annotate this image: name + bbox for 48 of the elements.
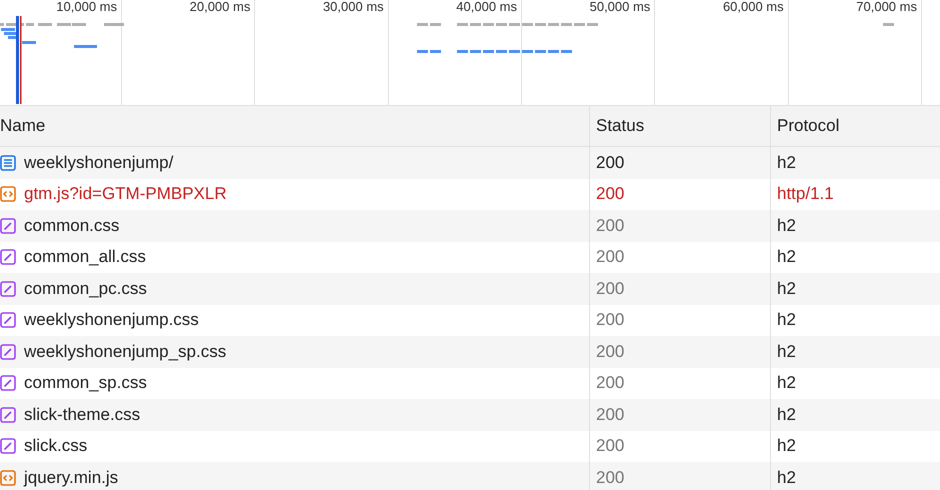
status-cell: 200 [590, 399, 771, 430]
stylesheet-icon [0, 218, 16, 234]
request-name[interactable]: common.css [24, 216, 120, 236]
time-tick-label: 50,000 ms [590, 0, 650, 14]
stylesheet-icon [0, 438, 16, 454]
status-cell: 200 [590, 273, 771, 304]
stylesheet-icon [0, 344, 16, 360]
stylesheet-icon [0, 249, 16, 266]
status-cell: 200 [590, 178, 771, 210]
time-tick-label: 20,000 ms [190, 0, 250, 14]
request-name[interactable]: weeklyshonenjump.css [24, 310, 199, 330]
request-name[interactable]: common_pc.css [24, 278, 147, 299]
protocol-cell: h2 [771, 273, 940, 304]
status-cell: 200 [590, 304, 771, 336]
protocol-cell: h2 [771, 336, 940, 368]
request-name[interactable]: slick.css [24, 436, 88, 456]
stylesheet-icon [0, 280, 16, 297]
time-tick-label: 10,000 ms [56, 0, 117, 14]
request-name[interactable]: jquery.min.js [24, 468, 118, 488]
protocol-cell: h2 [771, 462, 940, 490]
stylesheet-icon [0, 406, 16, 423]
request-name[interactable]: gtm.js?id=GTM-PMBPXLR [24, 184, 227, 204]
protocol-cell: h2 [771, 147, 940, 178]
status-cell: 200 [590, 147, 771, 178]
status-cell: 200 [590, 368, 771, 399]
status-cell: 200 [590, 210, 771, 242]
request-name[interactable]: slick-theme.css [24, 404, 140, 425]
script-icon [0, 186, 16, 202]
stylesheet-icon [0, 312, 16, 328]
request-name[interactable]: common_all.css [24, 247, 146, 268]
column-header[interactable]: Status [590, 106, 771, 147]
status-cell: 200 [590, 336, 771, 368]
request-name[interactable]: common_sp.css [24, 373, 147, 394]
time-tick-label: 60,000 ms [722, 0, 784, 14]
stylesheet-icon [0, 375, 16, 392]
status-cell: 200 [590, 430, 771, 462]
request-name[interactable]: weeklyshonenjump/ [24, 152, 174, 173]
time-tick-label: 40,000 ms [456, 0, 517, 14]
script-icon [0, 470, 16, 486]
column-header[interactable]: Protocol [771, 106, 940, 147]
protocol-cell: h2 [771, 210, 940, 242]
status-cell: 200 [590, 242, 771, 273]
column-header[interactable]: Name [0, 106, 590, 147]
document-icon [0, 154, 16, 171]
time-tick-label: 30,000 ms [322, 0, 384, 14]
protocol-cell: h2 [771, 399, 940, 430]
time-tick-label: 70,000 ms [856, 0, 917, 14]
status-cell: 200 [590, 462, 771, 490]
